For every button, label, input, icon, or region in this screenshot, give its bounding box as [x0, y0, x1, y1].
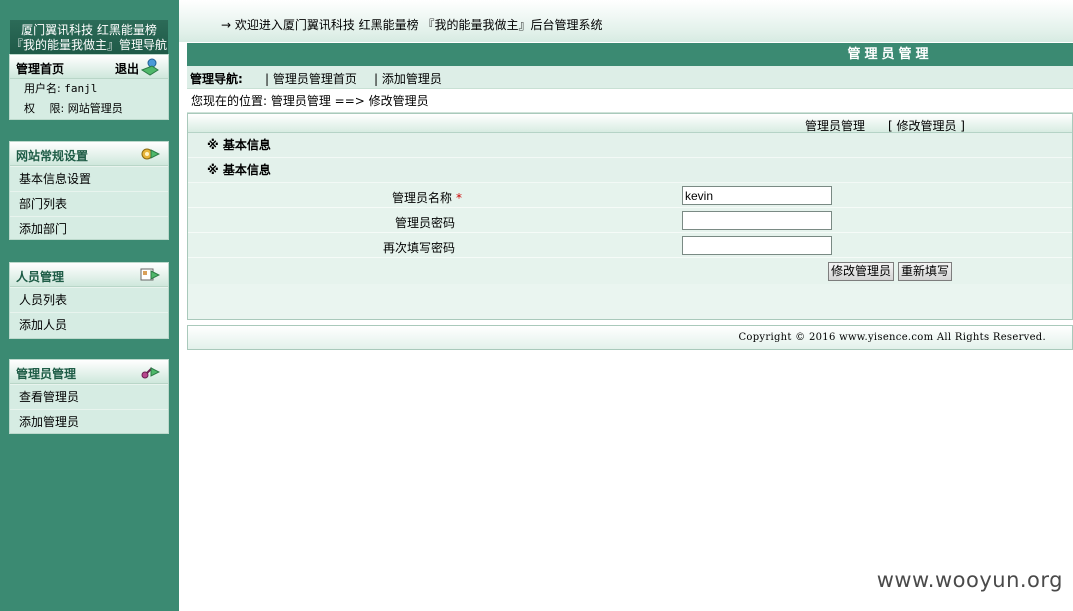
copyright-footer: Copyright © 2016 www.yisence.com All Rig… — [187, 325, 1073, 350]
confirm-password-input[interactable] — [682, 236, 832, 255]
section-heading-2: ※ 基本信息 — [188, 158, 1072, 183]
sidebar-title: 厦门翼讯科技 红黑能量榜 『我的能量我做主』管理导航 — [10, 20, 168, 54]
sidebar-item-add-person[interactable]: 添加人员 — [10, 312, 168, 337]
page-title: 管理员管理 — [187, 43, 1073, 66]
reset-form-button[interactable]: 重新填写 — [898, 262, 953, 281]
home-link[interactable]: 管理首页 — [16, 60, 64, 77]
username-label: 用户名: — [24, 82, 61, 95]
admin-panel: 管理员管理 查看管理员 添加管理员 — [9, 359, 169, 434]
watermark: www.wooyun.org — [876, 568, 1063, 592]
people-header: 人员管理 — [10, 263, 168, 287]
admin-password-label: 管理员密码 — [394, 216, 455, 230]
sidebar-title-line2: 『我的能量我做主』管理导航 — [10, 38, 167, 52]
home-panel: 管理首页 退出 用户名: fanjl 权 限: 网站管理员 — [9, 54, 169, 120]
logout-link[interactable]: 退出 — [115, 60, 139, 77]
permission-value: 网站管理员 — [67, 102, 123, 115]
welcome-text: → 欢迎进入厦门翼讯科技 红黑能量榜 『我的能量我做主』后台管理系统 — [221, 18, 603, 32]
user-exit-icon[interactable] — [140, 58, 160, 76]
admin-name-row: 管理员名称 * — [188, 183, 1072, 208]
gear-icon — [140, 145, 161, 163]
admin-header: 管理员管理 — [10, 360, 168, 384]
breadcrumb: 您现在的位置: 管理员管理 ==> 修改管理员 — [187, 89, 1073, 113]
required-mark: * — [456, 191, 462, 205]
sidebar-title-line1: 厦门翼讯科技 红黑能量榜 — [21, 23, 157, 37]
admin-password-input[interactable] — [682, 211, 832, 230]
home-panel-header: 管理首页 退出 — [10, 55, 168, 79]
content-toolbar: 管理员管理 [ 修改管理员 ] — [188, 113, 1072, 133]
confirm-password-label: 再次填写密码 — [382, 241, 455, 255]
section-heading-1: ※ 基本信息 — [188, 133, 1072, 158]
submit-edit-admin-button[interactable]: 修改管理员 — [828, 262, 895, 281]
admin-label: 管理员管理 — [16, 367, 77, 381]
site-settings-header: 网站常规设置 — [10, 142, 168, 166]
sidebar-item-department-list[interactable]: 部门列表 — [10, 191, 168, 216]
confirm-password-row: 再次填写密码 — [188, 233, 1072, 258]
form-buttons: 修改管理员 重新填写 — [188, 258, 1072, 284]
sidebar-item-view-admins[interactable]: 查看管理员 — [10, 384, 168, 409]
admin-password-row: 管理员密码 — [188, 208, 1072, 233]
nav-link-admin-home[interactable]: | 管理员管理首页 — [265, 70, 357, 87]
management-nav: 管理导航: | 管理员管理首页 | 添加管理员 — [187, 66, 1073, 89]
permission-row: 权 限: 网站管理员 — [10, 99, 168, 119]
sidebar: 厦门翼讯科技 红黑能量榜 『我的能量我做主』管理导航 管理首页 退出 用户名: … — [0, 0, 179, 611]
username-value: fanjl — [64, 82, 98, 95]
toolbar-link-admin-manage[interactable]: 管理员管理 — [805, 117, 865, 134]
people-card-icon — [140, 266, 161, 284]
edit-admin-panel: 管理员管理 [ 修改管理员 ] ※ 基本信息 ※ 基本信息 管理员名称* 管理员… — [187, 113, 1073, 320]
site-settings-panel: 网站常规设置 基本信息设置 部门列表 添加部门 — [9, 141, 169, 240]
admin-name-input[interactable] — [682, 186, 832, 205]
main-area: 管理员管理 管理导航: | 管理员管理首页 | 添加管理员 您现在的位置: 管理… — [187, 43, 1073, 350]
top-banner: → 欢迎进入厦门翼讯科技 红黑能量榜 『我的能量我做主』后台管理系统 — [179, 0, 1073, 42]
site-settings-label: 网站常规设置 — [16, 149, 89, 163]
toolbar-link-edit-admin[interactable]: [ 修改管理员 ] — [888, 117, 965, 134]
sidebar-item-add-department[interactable]: 添加部门 — [10, 216, 168, 241]
username-row: 用户名: fanjl — [10, 79, 168, 99]
people-panel: 人员管理 人员列表 添加人员 — [9, 262, 169, 339]
nav-label: 管理导航: — [190, 72, 243, 86]
nav-link-add-admin[interactable]: | 添加管理员 — [374, 70, 442, 87]
admin-name-label: 管理员名称 * — [391, 191, 462, 205]
people-label: 人员管理 — [16, 270, 65, 284]
sidebar-item-basic-info[interactable]: 基本信息设置 — [10, 166, 168, 191]
permission-label: 权 限: — [24, 102, 65, 115]
sidebar-item-add-admin[interactable]: 添加管理员 — [10, 409, 168, 434]
sidebar-item-people-list[interactable]: 人员列表 — [10, 287, 168, 312]
key-icon — [140, 363, 161, 381]
